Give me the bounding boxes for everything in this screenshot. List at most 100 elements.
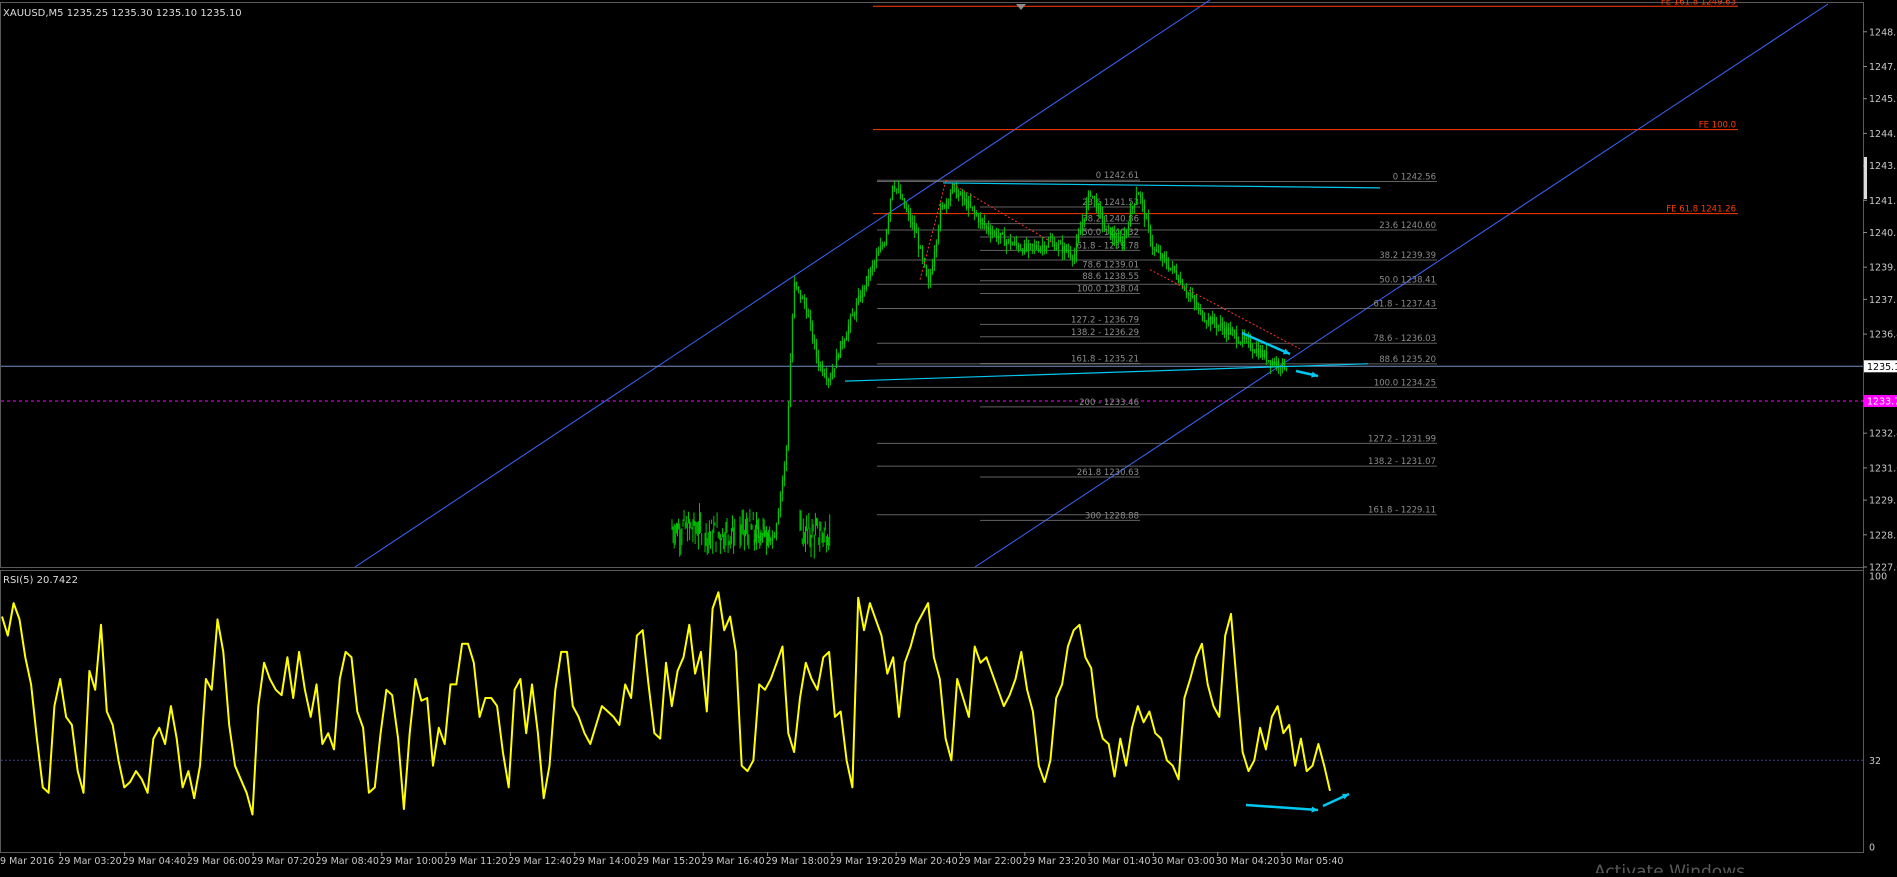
candle-body xyxy=(1019,249,1022,251)
time-tick-label: 29 Mar 07:20 xyxy=(251,856,314,867)
candle-body xyxy=(863,287,866,289)
chart-canvas[interactable]: FE 161.8 1249.63 FE 100.0 FE 61.8 1241.26 0… xyxy=(0,0,1897,877)
candle-body xyxy=(771,534,774,541)
candle-body xyxy=(933,252,936,266)
time-tick-label: 29 Mar 10:00 xyxy=(380,856,443,867)
candle-body xyxy=(815,342,818,357)
candle-body xyxy=(877,251,880,256)
candle-body xyxy=(1223,328,1226,335)
candle-body xyxy=(1265,351,1268,362)
candle-body xyxy=(827,379,830,381)
candle-body xyxy=(813,340,816,343)
price-tick-label: 1241.8 xyxy=(1869,196,1897,207)
candle-body xyxy=(835,354,838,369)
candle-body xyxy=(1151,242,1154,249)
candle-body xyxy=(1091,195,1094,197)
candle-body xyxy=(1203,320,1206,322)
candle-body xyxy=(1037,248,1040,251)
time-tick-label: 29 Mar 20:40 xyxy=(894,856,957,867)
candle-body xyxy=(1125,229,1128,235)
candle-body xyxy=(777,510,780,524)
time-tick-label: 30 Mar 04:20 xyxy=(1216,856,1279,867)
candle-body xyxy=(1081,222,1084,230)
candle-body xyxy=(1193,296,1196,303)
candle-body xyxy=(1001,232,1004,235)
candle-body xyxy=(1163,254,1166,259)
candle-body xyxy=(793,282,796,317)
candle-body xyxy=(773,534,776,538)
candle-body xyxy=(1141,197,1144,204)
candle-body xyxy=(853,314,856,316)
rsi-tick-label: 32 xyxy=(1869,756,1881,767)
fib-b-level-label: 100.0 1234.25 xyxy=(1374,378,1436,388)
candle-body xyxy=(1075,241,1078,255)
candle-body xyxy=(975,212,978,216)
candle-body xyxy=(945,200,948,208)
candle-body xyxy=(1159,252,1162,259)
candle-body xyxy=(1133,203,1136,207)
candle-body xyxy=(1139,193,1142,198)
candle-body xyxy=(1131,206,1134,210)
candle-body xyxy=(895,188,898,190)
candle-body xyxy=(989,231,992,235)
candle-body xyxy=(845,335,848,341)
candle-body xyxy=(1231,329,1234,331)
candle-body xyxy=(1055,248,1058,250)
candle-body xyxy=(959,192,962,195)
candle-body xyxy=(1261,350,1264,358)
time-tick-label: 30 Mar 03:00 xyxy=(1151,856,1214,867)
time-tick-label: 29 Mar 12:40 xyxy=(508,856,571,867)
candle-body xyxy=(987,226,990,232)
candle-body xyxy=(885,230,888,245)
level-marker-label: 1233.7 xyxy=(1867,396,1897,407)
candle-body xyxy=(1073,254,1076,260)
candle-body xyxy=(891,185,894,200)
candle-body xyxy=(833,368,836,372)
candle-body xyxy=(1105,226,1108,228)
candle-body xyxy=(897,188,900,190)
candle-body xyxy=(797,286,800,291)
price-tick-label: 1239.1 xyxy=(1869,263,1897,274)
candle-body xyxy=(919,247,922,249)
candle-body xyxy=(951,184,954,193)
trading-chart[interactable]: FE 161.8 1249.63 FE 100.0 FE 61.8 1241.26 0… xyxy=(0,0,1897,877)
fib-b-level-label: 50.0 1238.41 xyxy=(1379,275,1436,285)
candle-body xyxy=(857,295,860,304)
candle-body xyxy=(859,295,862,300)
candle-body xyxy=(1217,325,1220,328)
candle-body xyxy=(805,304,808,316)
candle-body xyxy=(779,493,782,511)
fib-b-level-label: 127.2 - 1231.99 xyxy=(1368,434,1436,444)
candle-body xyxy=(1241,334,1244,343)
candle-body xyxy=(921,247,924,259)
price-scale-handle[interactable] xyxy=(1864,157,1867,199)
candle-body xyxy=(909,213,912,223)
candle-body xyxy=(811,323,814,341)
candle-body xyxy=(1101,211,1104,224)
chart-background xyxy=(0,0,1897,873)
time-tick-label: 30 Mar 05:40 xyxy=(1280,856,1343,867)
candle-body xyxy=(767,534,770,540)
candle-body xyxy=(761,536,764,541)
price-tick-label: 1236.4 xyxy=(1869,330,1897,341)
fib-a-level-label: 127.2 - 1236.79 xyxy=(1071,315,1139,325)
candle-body xyxy=(847,325,850,336)
fib-a-level-label: 61.8 - 1239.78 xyxy=(1076,241,1139,251)
candle-body xyxy=(901,198,904,200)
candle-body xyxy=(983,221,986,226)
fib-a-level-label: 88.6 1238.55 xyxy=(1082,272,1139,282)
candle-body xyxy=(1259,350,1262,357)
candle-body xyxy=(831,371,834,379)
price-tick-label: 1231.0 xyxy=(1869,463,1897,474)
candle-body xyxy=(1175,270,1178,278)
candle-body xyxy=(1061,243,1064,253)
fib-a-level-label: 138.2 - 1236.29 xyxy=(1071,328,1139,338)
time-tick-label: 30 Mar 01:40 xyxy=(1087,856,1150,867)
candle-body xyxy=(1109,227,1112,239)
candle-body xyxy=(993,231,996,233)
candle-body xyxy=(1113,233,1116,240)
candle-body xyxy=(1023,243,1026,254)
candle-body xyxy=(1009,239,1012,246)
candle-body xyxy=(1117,237,1120,243)
candle-body xyxy=(1257,348,1260,357)
